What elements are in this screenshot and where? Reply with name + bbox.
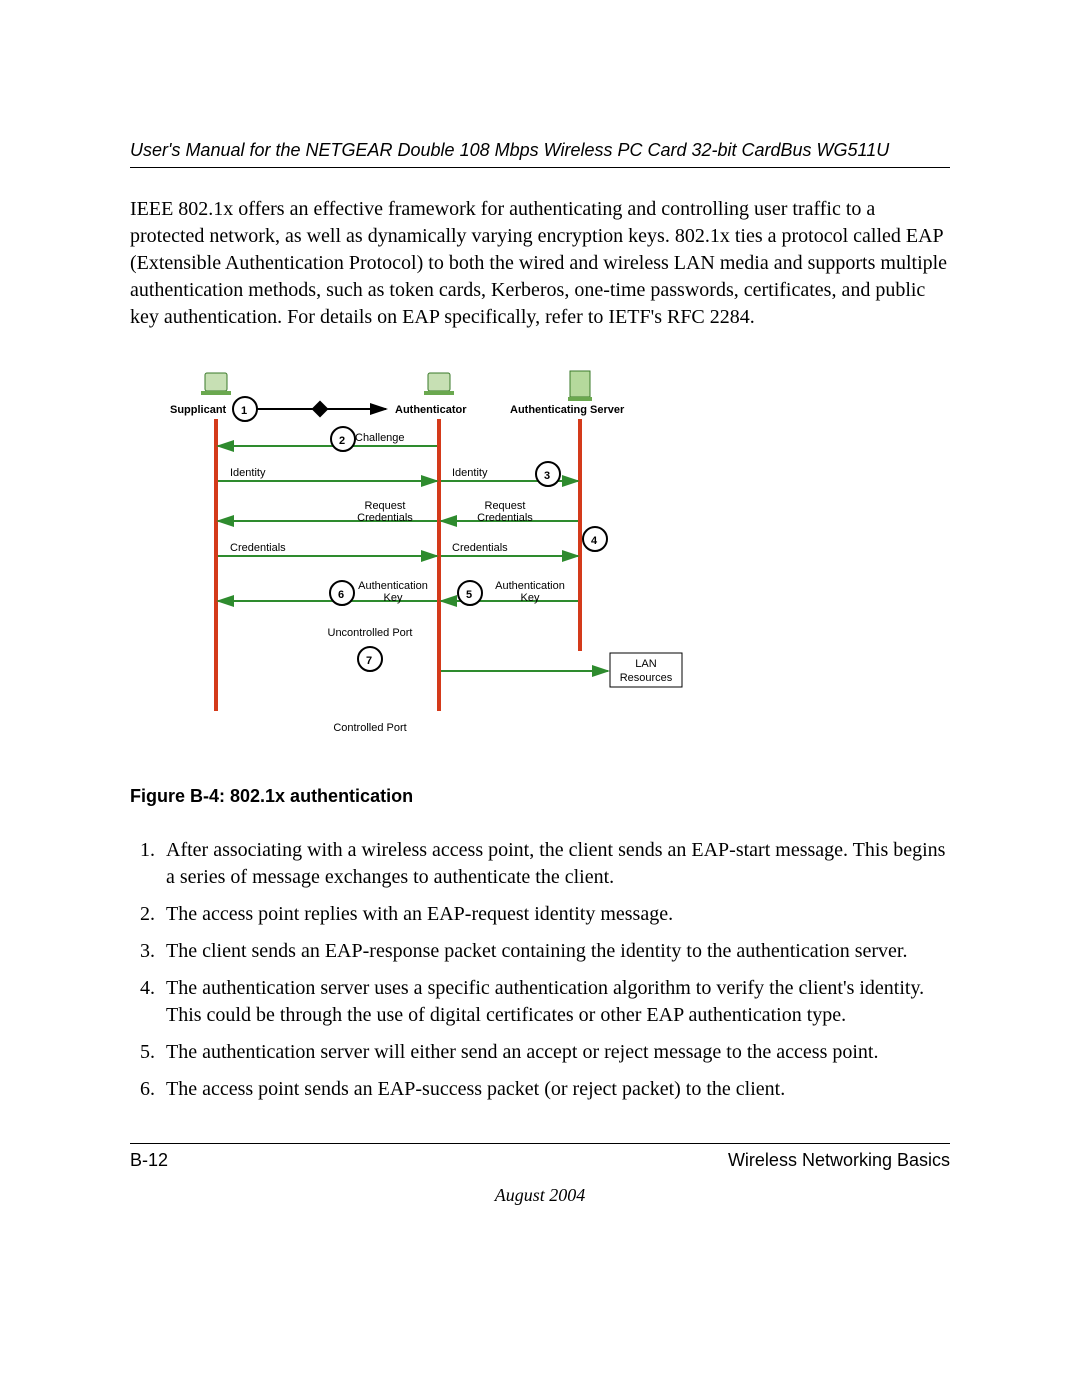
- req-cred-left-l1: Request: [365, 500, 406, 512]
- auth-server-device-icon: [568, 371, 592, 401]
- authkey-right-l1: Authentication: [495, 580, 565, 592]
- page-footer: B-12 Wireless Networking Basics: [130, 1143, 950, 1171]
- body-paragraph: IEEE 802.1x offers an effective framewor…: [130, 196, 950, 331]
- document-page: User's Manual for the NETGEAR Double 108…: [0, 0, 1080, 1286]
- list-item: The access point replies with an EAP-req…: [160, 901, 950, 928]
- supplicant-device-icon: [201, 373, 231, 395]
- figure-diagram: Supplicant Authenticator Authenticating …: [170, 361, 950, 766]
- supplicant-label: Supplicant: [170, 404, 227, 416]
- authenticator-label: Authenticator: [395, 404, 467, 416]
- list-item: After associating with a wireless access…: [160, 837, 950, 891]
- req-cred-right-l1: Request: [485, 500, 526, 512]
- authenticator-device-icon: [424, 373, 454, 395]
- challenge-label: Challenge: [355, 432, 405, 444]
- diamond-icon: [312, 401, 329, 418]
- lan-l2: Resources: [620, 672, 673, 684]
- cred-right-label: Credentials: [452, 542, 508, 554]
- step-num-7: 7: [366, 655, 372, 667]
- footer-date: August 2004: [130, 1185, 950, 1206]
- step-num-2: 2: [339, 435, 345, 447]
- list-item: The authentication server will either se…: [160, 1039, 950, 1066]
- auth-server-label: Authenticating Server: [510, 404, 625, 416]
- req-cred-left-l2: Credentials: [357, 512, 413, 524]
- controlled-port-label: Controlled Port: [333, 722, 406, 734]
- step-num-3: 3: [544, 470, 550, 482]
- req-cred-right-l2: Credentials: [477, 512, 533, 524]
- list-item: The access point sends an EAP-success pa…: [160, 1076, 950, 1103]
- list-item: The authentication server uses a specifi…: [160, 975, 950, 1029]
- authkey-left-l1: Authentication: [358, 580, 428, 592]
- step-num-4: 4: [591, 535, 598, 547]
- authkey-right-l2: Key: [521, 592, 540, 604]
- identity-right-label: Identity: [452, 467, 488, 479]
- diagram-svg: Supplicant Authenticator Authenticating …: [170, 361, 730, 761]
- cred-left-label: Credentials: [230, 542, 286, 554]
- page-number: B-12: [130, 1150, 168, 1171]
- step-num-1: 1: [241, 405, 247, 417]
- uncontrolled-port-label: Uncontrolled Port: [328, 627, 413, 639]
- page-header-title: User's Manual for the NETGEAR Double 108…: [130, 140, 950, 168]
- step-num-5: 5: [466, 589, 472, 601]
- steps-list: After associating with a wireless access…: [130, 837, 950, 1103]
- figure-caption: Figure B-4: 802.1x authentication: [130, 786, 950, 807]
- step-num-6: 6: [338, 589, 344, 601]
- identity-left-label: Identity: [230, 467, 266, 479]
- footer-section: Wireless Networking Basics: [728, 1150, 950, 1171]
- lan-l1: LAN: [635, 658, 656, 670]
- list-item: The client sends an EAP-response packet …: [160, 938, 950, 965]
- authkey-left-l2: Key: [384, 592, 403, 604]
